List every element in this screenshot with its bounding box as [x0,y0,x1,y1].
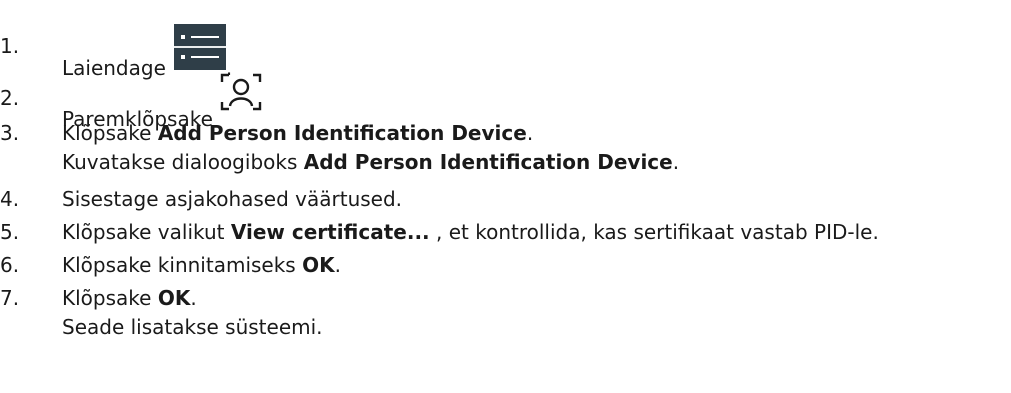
step-text: Sisestage asjakohased väärtused. [62,187,403,211]
step-number: 2. [0,86,20,110]
step-number: 6. [0,253,20,277]
step-number: 1. [0,34,20,58]
ui-term: OK [302,253,335,277]
device-list-icon [173,24,226,70]
step-text: Laiendage [62,56,166,80]
ui-term: Add Person Identification Device [157,121,527,145]
person-identification-icon [219,72,263,117]
step-number: 5. [0,220,20,244]
step-7-result: Seade lisatakse süsteemi. [62,315,323,339]
step-number: 3. [0,121,20,145]
ui-term: OK [157,286,191,310]
ui-term: View certificate... [230,220,430,244]
step-number: 4. [0,187,20,211]
step-3-result: Kuvatakse dialoogiboks Add Person Identi… [62,150,680,174]
step-number: 7. [0,286,20,310]
ui-term: Add Person Identification Device [303,150,673,174]
